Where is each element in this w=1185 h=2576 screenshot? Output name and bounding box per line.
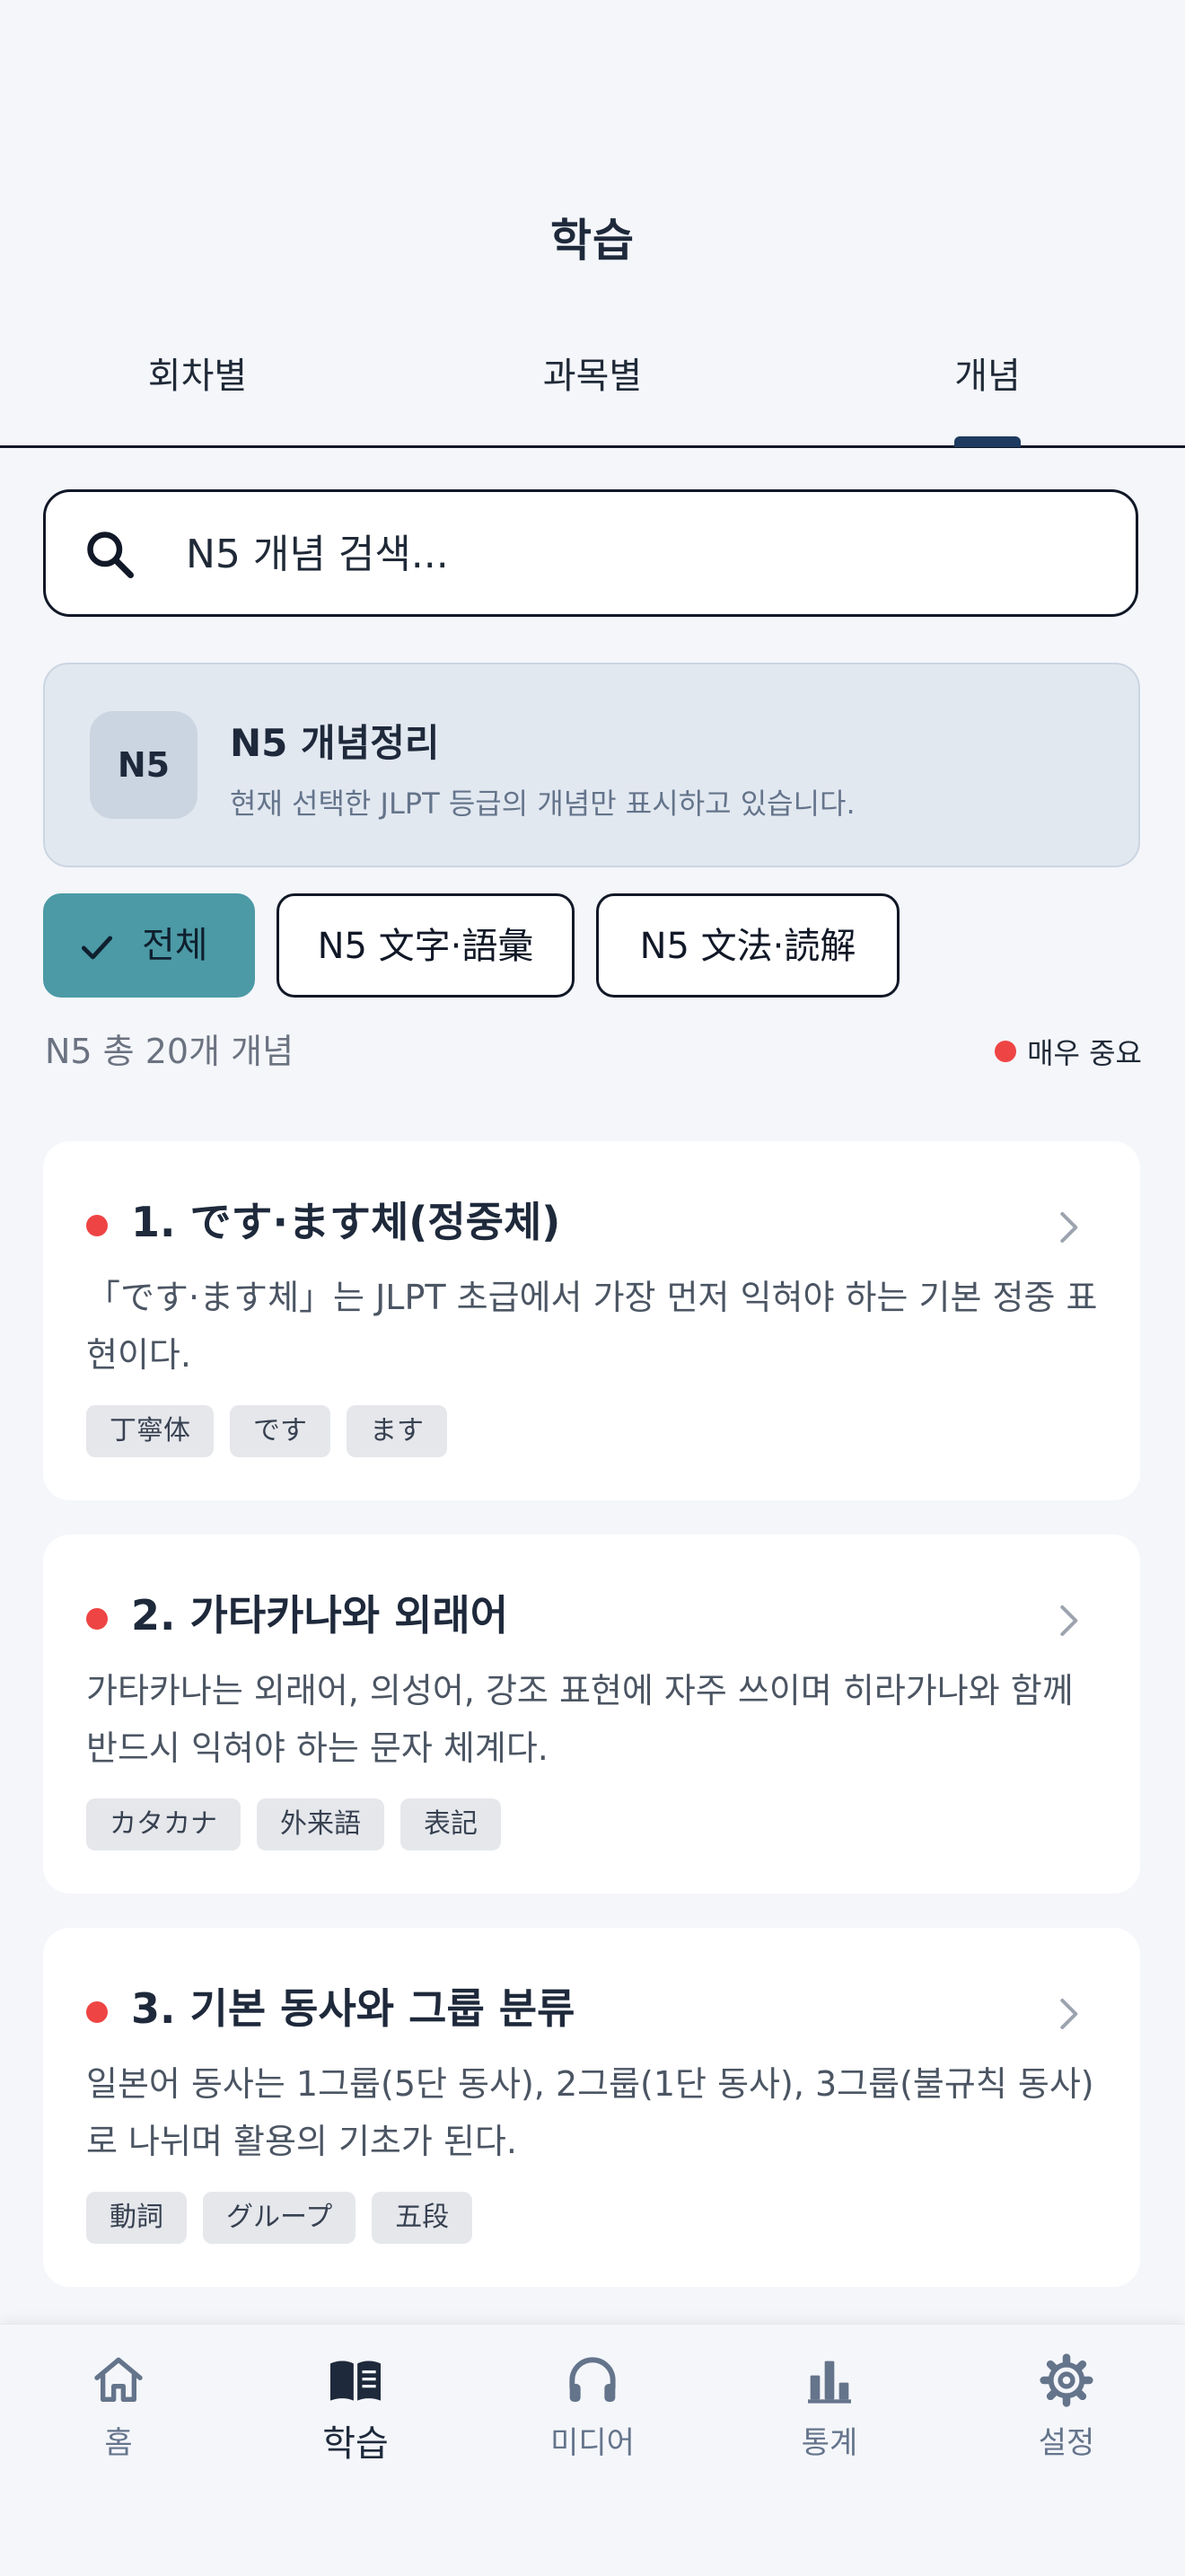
nav-item-stats[interactable]: 통계 [711, 2352, 948, 2486]
search-input[interactable] [184, 517, 1085, 591]
concept-title: 1. です·ます체(정중체) [131, 1198, 561, 1246]
tab-bar: 회차별 과목별 개념 [0, 341, 1185, 448]
bar-chart-icon [808, 2361, 851, 2404]
concept-tag: ます [347, 1405, 447, 1457]
concept-card[interactable]: 1. です·ます체(정중체) 「です·ます체」는 JLPT 초급에서 가장 먼저… [43, 1141, 1140, 1500]
concept-card[interactable]: 3. 기본 동사와 그룹 분류 일본어 동사는 1그룹(5단 동사), 2그룹(… [43, 1928, 1140, 2287]
home-icon [94, 2357, 143, 2402]
concept-tag: 表記 [400, 1798, 501, 1851]
nav-item-settings[interactable]: 설정 [948, 2352, 1185, 2486]
nav-item-study[interactable]: 학습 [237, 2352, 474, 2486]
concept-card[interactable]: 2. 가타카나와 외래어 가타카나는 외래어, 의성어, 강조 표현에 자주 쓰… [43, 1534, 1140, 1894]
concept-count: N5 총 20개 개념 [45, 1032, 294, 1071]
concept-tags: カタカナ 外来語 表記 [86, 1798, 517, 1851]
concept-tag: カタカナ [86, 1798, 241, 1851]
active-tab-indicator [954, 436, 1021, 447]
importance-dot-icon [86, 2001, 108, 2023]
headphones-icon [569, 2357, 616, 2402]
page-title: 학습 [550, 215, 635, 267]
importance-dot-icon [86, 1215, 108, 1236]
concept-tag: グループ [203, 2192, 356, 2244]
concept-tag: です [230, 1405, 330, 1457]
importance-legend: 매우 중요 [995, 1031, 1142, 1072]
concept-tag: 五段 [372, 2192, 473, 2244]
nav-label: 학습 [322, 2423, 389, 2465]
bottom-navigation: 홈 학습 미디어 통계 설정 [0, 2324, 1185, 2576]
concept-tag: 動詞 [86, 2192, 187, 2244]
tab-by-session[interactable]: 회차별 [0, 347, 395, 399]
filter-chip-vocabulary[interactable]: N5 文字·語彙 [276, 893, 575, 998]
filter-chip-label: 전체 [142, 925, 208, 966]
level-badge: N5 [90, 711, 198, 819]
nav-item-media[interactable]: 미디어 [474, 2352, 711, 2486]
filter-chip-grammar[interactable]: N5 文法·読解 [596, 893, 900, 998]
chevron-right-icon [1060, 1999, 1078, 2029]
concept-description: 일본어 동사는 1그룹(5단 동사), 2그룹(1단 동사), 3그룹(불규칙 … [86, 2064, 1094, 2161]
filter-chip-all[interactable]: 전체 [43, 893, 255, 998]
importance-dot-icon [995, 1041, 1017, 1062]
legend-label: 매우 중요 [1027, 1036, 1142, 1070]
info-card-description: 현재 선택한 JLPT 등급의 개념만 표시하고 있습니다. [230, 787, 856, 821]
search-icon [87, 532, 134, 578]
gear-icon [1040, 2353, 1093, 2407]
tab-by-subject[interactable]: 과목별 [395, 347, 790, 399]
nav-item-home[interactable]: 홈 [0, 2352, 237, 2486]
concept-tag: 丁寧体 [86, 1405, 214, 1457]
nav-label: 설정 [1038, 2425, 1095, 2461]
concept-tags: 丁寧体 です ます [86, 1405, 463, 1457]
tab-concepts[interactable]: 개념 [790, 347, 1185, 399]
level-info-card: N5 N5 개념정리 현재 선택한 JLPT 등급의 개념만 표시하고 있습니다… [43, 663, 1140, 867]
book-icon [330, 2361, 381, 2401]
chevron-right-icon [1060, 1605, 1078, 1636]
check-icon [81, 936, 113, 960]
nav-label: 미디어 [550, 2425, 635, 2461]
chevron-right-icon [1060, 1212, 1078, 1243]
concept-description: 가타카나는 외래어, 의성어, 강조 표현에 자주 쓰이며 히라가나와 함께 반… [86, 1671, 1074, 1768]
concept-title: 3. 기본 동사와 그룹 분류 [131, 1984, 575, 2033]
importance-dot-icon [86, 1608, 108, 1630]
info-card-title: N5 개념정리 [230, 721, 440, 765]
nav-label: 통계 [801, 2425, 858, 2461]
search-bar[interactable] [43, 489, 1138, 617]
app-header: 학습 회차별 과목별 개념 [0, 0, 1185, 448]
concept-description: 「です·ます체」는 JLPT 초급에서 가장 먼저 익혀야 하는 기본 정중 표… [86, 1278, 1098, 1375]
concept-title: 2. 가타카나와 외래어 [131, 1591, 509, 1640]
concept-tag: 外来語 [257, 1798, 384, 1851]
concept-tags: 動詞 グループ 五段 [86, 2192, 488, 2244]
nav-label: 홈 [104, 2425, 133, 2461]
